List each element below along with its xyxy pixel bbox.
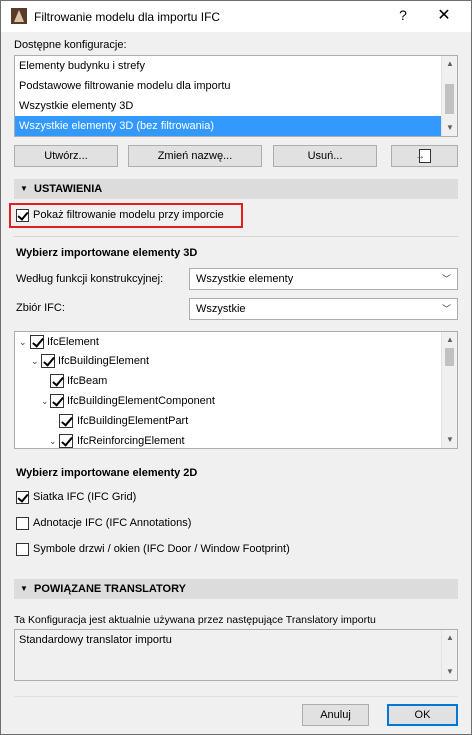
by-function-select[interactable]: Wszystkie elementy ﹀ <box>189 268 458 290</box>
ifc-set-select[interactable]: Wszystkie ﹀ <box>189 298 458 320</box>
configs-listbox[interactable]: Elementy budynku i strefy Podstawowe fil… <box>14 55 458 137</box>
ok-button[interactable]: OK <box>387 704 458 726</box>
tree-label: IfcReinforcingElement <box>77 435 185 447</box>
tree-checkbox[interactable] <box>50 394 64 408</box>
separator <box>14 236 458 237</box>
scroll-up-icon[interactable]: ▲ <box>442 332 457 348</box>
tree-checkbox[interactable] <box>59 434 73 448</box>
config-item[interactable]: Elementy budynku i strefy <box>15 56 441 76</box>
door-window-checkbox[interactable] <box>16 543 29 556</box>
title-bar: Filtrowanie modelu dla importu IFC ? ✕ <box>1 1 471 32</box>
tree-label: IfcBeam <box>67 375 108 387</box>
tree-checkbox[interactable] <box>30 335 44 349</box>
ifc-tree[interactable]: ⌄ IfcElement ⌄ IfcBuildingElement IfcBea… <box>14 331 458 449</box>
scroll-down-icon[interactable]: ▼ <box>442 432 457 448</box>
elements3d-title: Wybierz importowane elementy 3D <box>16 247 198 259</box>
scroll-down-icon[interactable]: ▼ <box>442 664 458 680</box>
translators-header[interactable]: ▼ POWIĄZANE TRANSLATORY <box>14 579 458 599</box>
delete-button[interactable]: Usuń... <box>273 145 377 167</box>
by-function-value: Wszystkie elementy <box>196 273 294 285</box>
triangle-down-icon: ▼ <box>20 184 28 193</box>
triangle-down-icon: ▼ <box>20 584 28 593</box>
config-item-selected[interactable]: Wszystkie elementy 3D (bez filtrowania) <box>15 116 441 136</box>
config-item[interactable]: Wszystkie elementy 3D <box>15 96 441 116</box>
scroll-down-icon[interactable]: ▼ <box>442 120 458 136</box>
by-function-label: Według funkcji konstrukcyjnej: <box>16 273 164 285</box>
ifc-set-value: Wszystkie <box>196 303 246 315</box>
create-button[interactable]: Utwórz... <box>14 145 118 167</box>
show-filter-label: Pokaż filtrowanie modelu przy imporcie <box>33 209 224 221</box>
rename-button[interactable]: Zmień nazwę... <box>128 145 262 167</box>
tree-checkbox[interactable] <box>59 414 73 428</box>
tree-label: IfcElement <box>47 336 99 348</box>
close-button[interactable]: ✕ <box>433 5 455 25</box>
tree-label: IfcBuildingElementComponent <box>67 395 215 407</box>
door-window-label: Symbole drzwi / okien (IFC Door / Window… <box>33 543 290 555</box>
scroll-thumb[interactable] <box>445 348 454 366</box>
ifc-annotations-checkbox[interactable] <box>16 517 29 530</box>
cancel-button[interactable]: Anuluj <box>302 704 369 726</box>
import-config-button[interactable] <box>391 145 458 167</box>
ifc-grid-label: Siatka IFC (IFC Grid) <box>33 491 137 503</box>
config-item[interactable]: Podstawowe filtrowanie modelu dla import… <box>15 76 441 96</box>
dialog-window: Filtrowanie modelu dla importu IFC ? ✕ D… <box>0 0 472 735</box>
translators-list[interactable]: Standardowy translator importu ▲ ▼ <box>14 629 458 681</box>
import-file-icon <box>415 147 431 167</box>
configs-label: Dostępne konfiguracje: <box>14 39 127 51</box>
translators-header-label: POWIĄZANE TRANSLATORY <box>34 583 186 595</box>
expand-arrow-icon[interactable]: ⌄ <box>31 351 41 371</box>
ifc-annotations-label: Adnotacje IFC (IFC Annotations) <box>33 517 192 529</box>
separator <box>14 696 458 697</box>
scroll-up-icon[interactable]: ▲ <box>442 56 458 72</box>
ifc-grid-checkbox[interactable] <box>16 491 29 504</box>
expand-arrow-icon[interactable]: ⌄ <box>49 431 59 448</box>
translators-info: Ta Konfiguracja jest aktualnie używana p… <box>14 614 376 626</box>
scroll-thumb[interactable] <box>445 84 454 114</box>
show-filter-checkbox[interactable] <box>16 209 29 222</box>
tree-checkbox[interactable] <box>50 374 64 388</box>
scroll-up-icon[interactable]: ▲ <box>442 630 458 646</box>
tree-checkbox[interactable] <box>41 354 55 368</box>
chevron-down-icon: ﹀ <box>441 274 451 284</box>
app-icon <box>11 8 27 24</box>
translator-item: Standardowy translator importu <box>19 634 172 646</box>
tree-label: IfcBuildingElementPart <box>77 415 189 427</box>
settings-header-label: USTAWIENIA <box>34 183 103 195</box>
ifc-set-label: Zbiór IFC: <box>16 302 65 314</box>
chevron-down-icon: ﹀ <box>441 304 451 314</box>
tree-label: IfcBuildingElement <box>58 355 150 367</box>
window-title: Filtrowanie modelu dla importu IFC <box>34 10 221 24</box>
tree-scrollbar[interactable]: ▲ ▼ <box>441 332 457 448</box>
help-button[interactable]: ? <box>393 7 413 23</box>
expand-arrow-icon[interactable]: ⌄ <box>19 332 29 352</box>
elements2d-title: Wybierz importowane elementy 2D <box>16 467 198 479</box>
translators-scrollbar[interactable]: ▲ ▼ <box>441 630 457 680</box>
settings-header[interactable]: ▼ USTAWIENIA <box>14 179 458 199</box>
configs-scrollbar[interactable]: ▲ ▼ <box>441 56 457 136</box>
